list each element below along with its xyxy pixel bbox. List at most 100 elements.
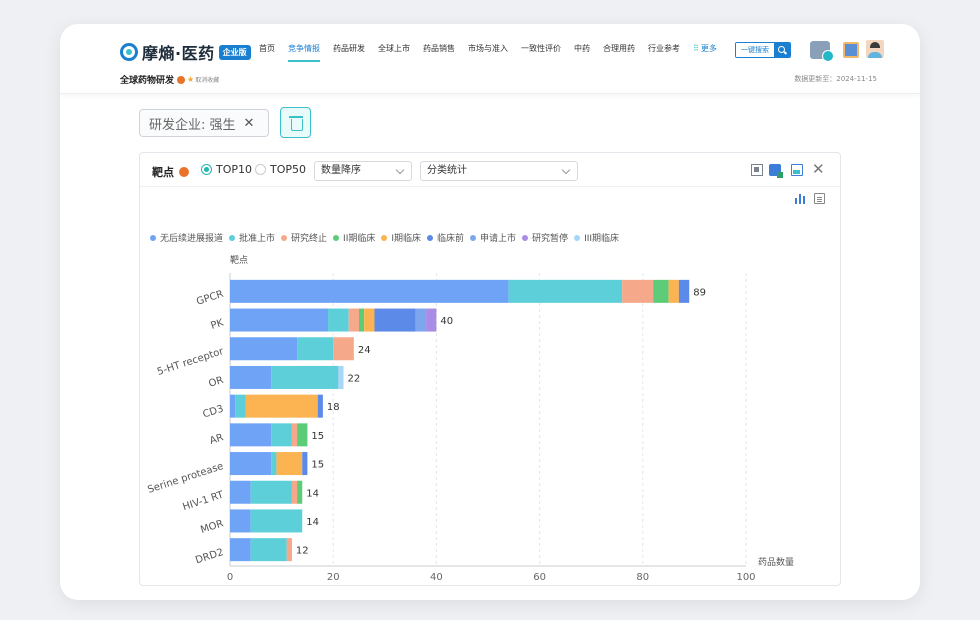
bar-segment: [291, 480, 298, 504]
bar-segment: [230, 423, 272, 447]
bar-segment: [271, 452, 277, 476]
bar-total-label: 12: [296, 546, 309, 557]
x-tick-label: 40: [430, 572, 443, 583]
bar-segment: [230, 509, 251, 533]
vip-icon[interactable]: [810, 41, 834, 62]
bar-segment: [415, 308, 427, 332]
bar-segment: [508, 279, 623, 303]
bar-segment: [678, 279, 690, 303]
y-category-label: HIV-1 RT: [181, 489, 225, 513]
nav-item-industry-ref[interactable]: 行业参考: [648, 44, 680, 62]
bar-segment: [374, 308, 416, 332]
quick-search-label: 一键搜索: [736, 43, 774, 57]
bar-segment: [230, 365, 272, 389]
bar-segment: [230, 337, 298, 361]
x-tick-label: 20: [327, 572, 340, 583]
bar-segment: [271, 365, 339, 389]
edition-badge: 企业版: [218, 44, 251, 60]
search-icon: [774, 43, 790, 57]
nav-item-drug-rd[interactable]: 药品研发: [333, 44, 365, 62]
nav-item-home[interactable]: 首页: [259, 44, 275, 62]
bar-segment: [364, 308, 375, 332]
quick-search-button[interactable]: 一键搜索: [735, 42, 791, 58]
nav-item-market-access[interactable]: 市场与准入: [468, 44, 508, 62]
bar-segment: [276, 452, 303, 476]
x-axis-title: 药品数量: [758, 556, 794, 568]
bar-segment: [230, 308, 329, 332]
bar-segment: [250, 538, 287, 562]
main-card: 摩熵·医药 企业版 首页 竞争情报 药品研发 全球上市 药品销售 市场与准入 一…: [60, 24, 920, 600]
bar-total-label: 89: [693, 287, 706, 298]
bar-segment: [328, 308, 349, 332]
bar-segment: [291, 423, 298, 447]
close-icon[interactable]: ✕: [244, 116, 255, 131]
bar-segment: [250, 480, 292, 504]
grid-dots-icon: ⠿: [693, 44, 699, 53]
nav-item-consistency-eval[interactable]: 一致性评价: [521, 44, 561, 62]
bar-segment: [230, 279, 509, 303]
bar-segment: [250, 509, 303, 533]
y-category-label: AR: [208, 432, 225, 447]
avatar[interactable]: [866, 40, 884, 58]
bar-segment: [245, 394, 318, 418]
bar-segment: [297, 480, 303, 504]
x-tick-label: 0: [227, 572, 233, 583]
y-category-label: OR: [207, 375, 225, 390]
bar-segment: [230, 480, 251, 504]
bar-total-label: 14: [306, 517, 319, 528]
cancel-favorite-link[interactable]: 取消收藏: [195, 75, 219, 84]
star-icon[interactable]: ★: [187, 75, 194, 84]
y-category-label: DRD2: [194, 547, 225, 566]
bar-segment: [271, 423, 292, 447]
nav-item-tcm[interactable]: 中药: [574, 44, 590, 62]
main-nav: 首页 竞争情报 药品研发 全球上市 药品销售 市场与准入 一致性评价 中药 合理…: [259, 44, 730, 62]
info-icon[interactable]: [177, 75, 186, 84]
nav-item-drug-sales[interactable]: 药品销售: [423, 44, 455, 62]
bar-segment: [622, 279, 654, 303]
bar-segment: [426, 308, 437, 332]
stacked-bar-chart: 0 20 40 60 80 100 靶点药品数量 89 GPCR 40 PK 24 5-HT recep…: [146, 254, 794, 583]
bar-segment: [286, 538, 292, 562]
page-title: 全球药物研发: [120, 76, 175, 86]
clear-filters-button[interactable]: [280, 107, 311, 138]
bar-segment: [230, 394, 236, 418]
bar-total-label: 18: [327, 402, 340, 413]
bar-total-label: 15: [311, 460, 324, 471]
logo-icon: [120, 43, 138, 61]
bar-total-label: 24: [358, 345, 371, 356]
update-time: 数据更新至：2024-11-15: [794, 75, 877, 83]
bar-segment: [297, 423, 308, 447]
message-icon[interactable]: [843, 42, 859, 58]
filter-tag: 研发企业: 强生 ✕: [139, 109, 269, 137]
nav-item-competitive-intel[interactable]: 竞争情报: [288, 44, 320, 62]
logo-text: 摩熵·医药: [142, 44, 215, 63]
y-category-label: GPCR: [195, 289, 225, 308]
filter-tag-label: 研发企业: 强生: [149, 117, 236, 133]
y-category-label: MOR: [199, 518, 225, 536]
nav-item-more[interactable]: ⠿ 更多: [693, 44, 717, 62]
target-chart-panel: 靶点 TOP10 TOP50 数量降序 分类统计 ✕ 无后续进展报道 批准上市 …: [139, 152, 841, 586]
bar-total-label: 40: [440, 316, 453, 327]
logo[interactable]: 摩熵·医药 企业版: [120, 40, 251, 64]
bar-total-label: 14: [306, 488, 319, 499]
y-category-label: 5-HT receptor: [156, 346, 226, 378]
bar-segment: [359, 308, 365, 332]
bar-segment: [230, 452, 272, 476]
y-category-label: PK: [210, 317, 226, 331]
y-category-label: Serine protease: [146, 461, 225, 496]
nav-item-rational-use[interactable]: 合理用药: [603, 44, 635, 62]
bar-segment: [235, 394, 246, 418]
bar-segment: [317, 394, 323, 418]
bar-segment: [333, 337, 354, 361]
bar-segment: [653, 279, 669, 303]
y-axis-title: 靶点: [230, 254, 248, 266]
bar-total-label: 22: [348, 373, 361, 384]
bar-segment: [668, 279, 679, 303]
x-tick-label: 80: [636, 572, 649, 583]
x-tick-label: 100: [736, 572, 755, 583]
y-category-label: CD3: [202, 404, 225, 421]
bar-segment: [230, 538, 251, 562]
top-navigation-bar: 摩熵·医药 企业版 首页 竞争情报 药品研发 全球上市 药品销售 市场与准入 一…: [60, 24, 920, 94]
nav-item-global-launch[interactable]: 全球上市: [378, 44, 410, 62]
bar-segment: [302, 452, 308, 476]
